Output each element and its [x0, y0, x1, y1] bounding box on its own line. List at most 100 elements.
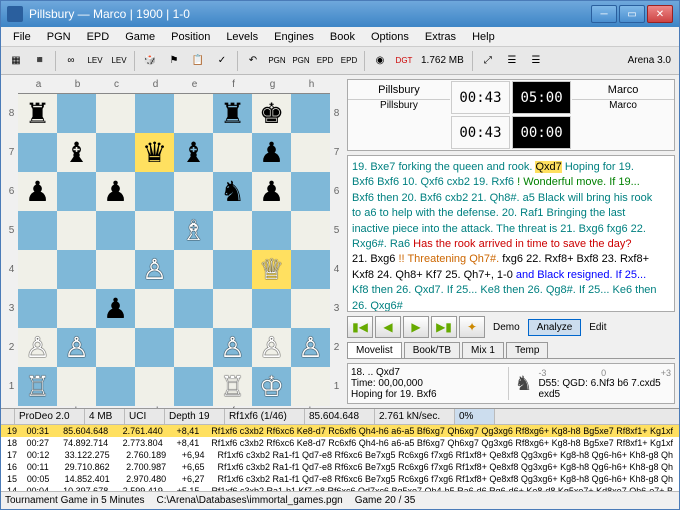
- menu-epd[interactable]: EPD: [79, 29, 118, 45]
- square-f3[interactable]: [213, 289, 252, 328]
- square-h4[interactable]: [291, 250, 330, 289]
- square-f4[interactable]: [213, 250, 252, 289]
- square-e5[interactable]: ♗: [174, 211, 213, 250]
- square-h3[interactable]: [291, 289, 330, 328]
- square-b8[interactable]: [57, 94, 96, 133]
- nav-prev[interactable]: ◀: [375, 316, 401, 338]
- square-c4[interactable]: [96, 250, 135, 289]
- lev2-icon[interactable]: LEV: [108, 50, 130, 72]
- engine-row[interactable]: 1900:3185.604.6482.761.440+8,41Rf1xf6 c3…: [1, 425, 679, 437]
- square-g8[interactable]: ♚: [252, 94, 291, 133]
- square-g7[interactable]: ♟: [252, 133, 291, 172]
- square-e6[interactable]: [174, 172, 213, 211]
- pgn-icon[interactable]: PGN: [266, 50, 288, 72]
- nav-next[interactable]: ▶: [403, 316, 429, 338]
- tab-booktb[interactable]: Book/TB: [404, 342, 460, 358]
- nav-last[interactable]: ▶▮: [431, 316, 457, 338]
- square-e8[interactable]: [174, 94, 213, 133]
- square-c8[interactable]: [96, 94, 135, 133]
- square-f5[interactable]: [213, 211, 252, 250]
- square-b4[interactable]: [57, 250, 96, 289]
- engine-name[interactable]: ProDeo 2.0: [15, 409, 85, 424]
- circle-icon[interactable]: ◉: [369, 50, 391, 72]
- maximize-button[interactable]: ▭: [619, 5, 645, 23]
- check-icon[interactable]: ✓: [211, 50, 233, 72]
- square-b1[interactable]: [57, 367, 96, 406]
- list2-icon[interactable]: ☰: [525, 50, 547, 72]
- square-f2[interactable]: ♙: [213, 328, 252, 367]
- square-b6[interactable]: [57, 172, 96, 211]
- square-a3[interactable]: [18, 289, 57, 328]
- square-c5[interactable]: [96, 211, 135, 250]
- square-a2[interactable]: ♙: [18, 328, 57, 367]
- square-h2[interactable]: ♙: [291, 328, 330, 367]
- square-a5[interactable]: [18, 211, 57, 250]
- epd2-icon[interactable]: EPD: [338, 50, 360, 72]
- square-e2[interactable]: [174, 328, 213, 367]
- menu-book[interactable]: Book: [322, 29, 363, 45]
- nav-first[interactable]: ▮◀: [347, 316, 373, 338]
- tab-temp[interactable]: Temp: [506, 342, 548, 358]
- engine-row[interactable]: 1800:2774.892.7142.773.804+8,41Rf1xf6 c3…: [1, 437, 679, 449]
- square-c7[interactable]: [96, 133, 135, 172]
- demo-button[interactable]: Demo: [487, 320, 526, 335]
- square-a4[interactable]: [18, 250, 57, 289]
- chess-board[interactable]: abcdefgh 8♜♜♚87♝♛♝♟76♟♟♞♟65♗54♙♕43♟32♙♙♙…: [5, 79, 343, 408]
- square-e3[interactable]: [174, 289, 213, 328]
- square-g1[interactable]: ♔: [252, 367, 291, 406]
- square-e1[interactable]: [174, 367, 213, 406]
- infinity-icon[interactable]: ∞: [60, 50, 82, 72]
- square-h6[interactable]: [291, 172, 330, 211]
- menu-help[interactable]: Help: [464, 29, 503, 45]
- square-f7[interactable]: [213, 133, 252, 172]
- square-g4[interactable]: ♕: [252, 250, 291, 289]
- square-f6[interactable]: ♞: [213, 172, 252, 211]
- square-d1[interactable]: [135, 367, 174, 406]
- flag-icon[interactable]: ⚑: [163, 50, 185, 72]
- square-d5[interactable]: [135, 211, 174, 250]
- square-h7[interactable]: [291, 133, 330, 172]
- square-d2[interactable]: [135, 328, 174, 367]
- menu-pgn[interactable]: PGN: [39, 29, 79, 45]
- square-c1[interactable]: [96, 367, 135, 406]
- square-b3[interactable]: [57, 289, 96, 328]
- edit-button[interactable]: Edit: [583, 320, 612, 335]
- menu-file[interactable]: File: [5, 29, 39, 45]
- square-d3[interactable]: [135, 289, 174, 328]
- stop-icon[interactable]: ◾: [29, 50, 51, 72]
- tab-mix1[interactable]: Mix 1: [462, 342, 504, 358]
- engine-row[interactable]: 1500:0514.852.4012.970.480+6,27Rf1xf6 c3…: [1, 473, 679, 485]
- square-d7[interactable]: ♛: [135, 133, 174, 172]
- nav-star[interactable]: ✦: [459, 316, 485, 338]
- square-a8[interactable]: ♜: [18, 94, 57, 133]
- square-b2[interactable]: ♙: [57, 328, 96, 367]
- menu-extras[interactable]: Extras: [417, 29, 464, 45]
- square-d8[interactable]: [135, 94, 174, 133]
- square-b5[interactable]: [57, 211, 96, 250]
- lev-icon[interactable]: LEV: [84, 50, 106, 72]
- menu-levels[interactable]: Levels: [218, 29, 266, 45]
- menu-engines[interactable]: Engines: [266, 29, 322, 45]
- square-d4[interactable]: ♙: [135, 250, 174, 289]
- analyze-button[interactable]: Analyze: [528, 319, 582, 336]
- square-e7[interactable]: ♝: [174, 133, 213, 172]
- square-c2[interactable]: [96, 328, 135, 367]
- close-button[interactable]: ✕: [647, 5, 673, 23]
- square-h1[interactable]: [291, 367, 330, 406]
- list1-icon[interactable]: ☰: [501, 50, 523, 72]
- pgn2-icon[interactable]: PGN: [290, 50, 312, 72]
- square-h5[interactable]: [291, 211, 330, 250]
- square-f8[interactable]: ♜: [213, 94, 252, 133]
- dgt-icon[interactable]: DGT: [393, 50, 415, 72]
- square-d6[interactable]: [135, 172, 174, 211]
- square-g6[interactable]: ♟: [252, 172, 291, 211]
- square-g5[interactable]: [252, 211, 291, 250]
- square-e4[interactable]: [174, 250, 213, 289]
- square-g3[interactable]: [252, 289, 291, 328]
- clipboard-icon[interactable]: 📋: [187, 50, 209, 72]
- square-a6[interactable]: ♟: [18, 172, 57, 211]
- square-c6[interactable]: ♟: [96, 172, 135, 211]
- menu-game[interactable]: Game: [117, 29, 163, 45]
- analysis-panel[interactable]: 19. Bxe7 forking the queen and rook. Qxd…: [347, 155, 675, 312]
- square-g2[interactable]: ♙: [252, 328, 291, 367]
